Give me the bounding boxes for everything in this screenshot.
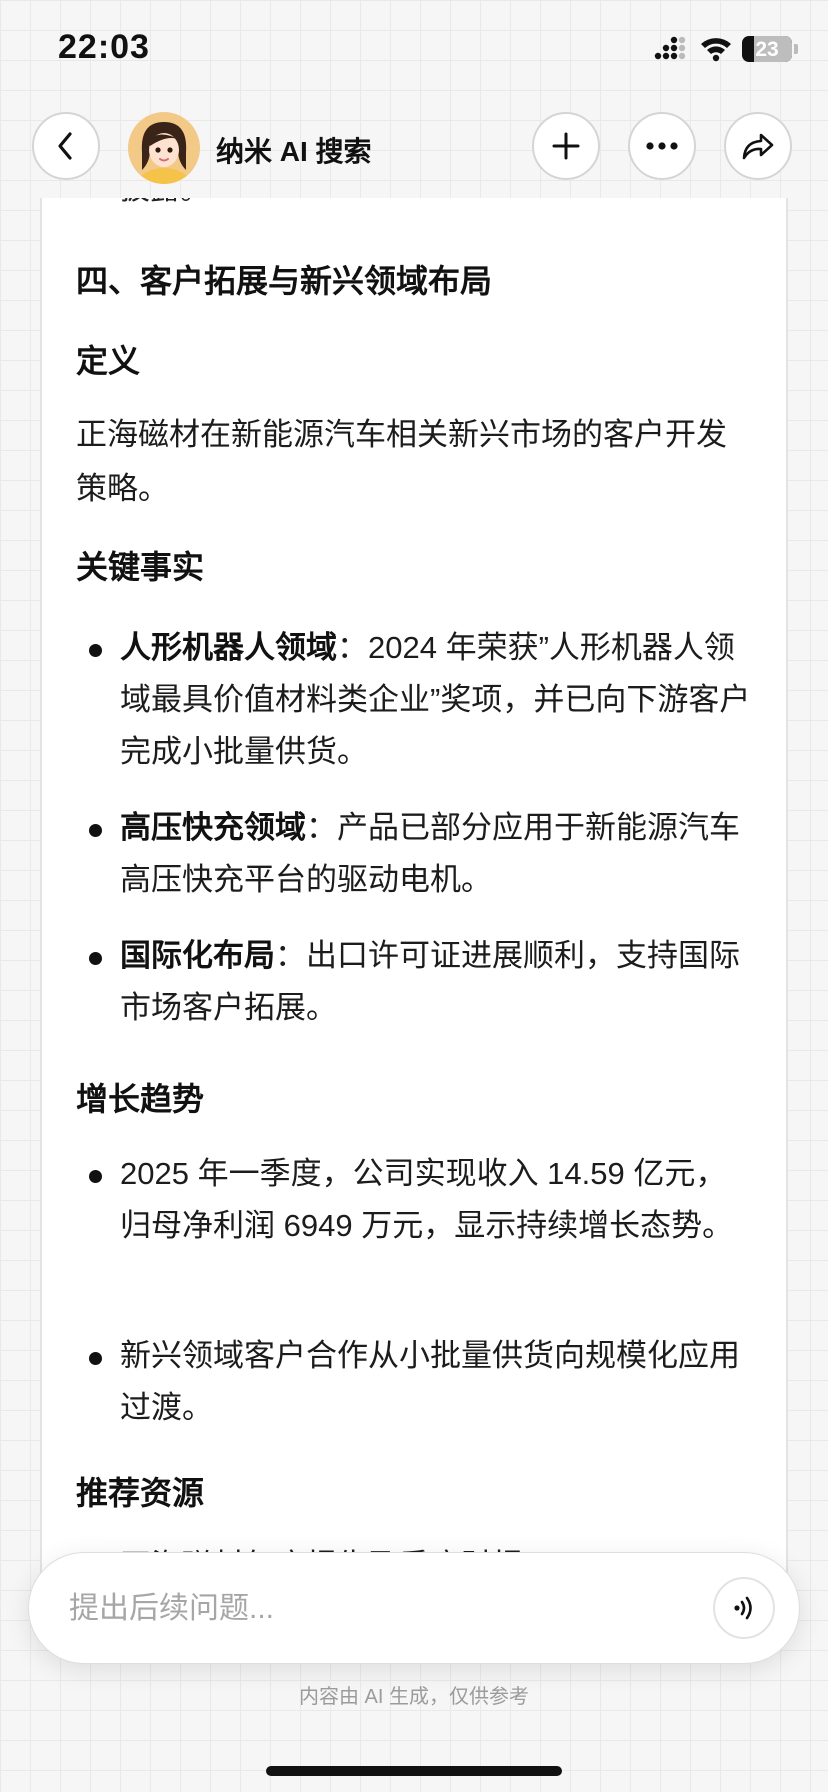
cellular-signal-icon bbox=[654, 36, 686, 60]
status-bar: 22:03 23 bbox=[0, 0, 828, 100]
bullet-dot bbox=[89, 1352, 102, 1365]
agent-name: 纳米 AI 搜索 bbox=[216, 136, 372, 167]
chevron-left-icon bbox=[58, 132, 72, 160]
agent-avatar[interactable] bbox=[128, 112, 200, 184]
list-item-text: 国际化布局：出口许可证进展顺利，支持国际市场客户拓展。 bbox=[120, 930, 756, 1034]
more-horizontal-icon bbox=[646, 142, 678, 150]
list-item-text: 新兴领域客户合作从小批量供货向规模化应用过渡。 bbox=[120, 1338, 740, 1425]
bullet-dot bbox=[89, 952, 102, 965]
section-title: 四、客户拓展与新兴领域布局 bbox=[76, 263, 493, 299]
battery-cap bbox=[794, 44, 798, 54]
new-chat-button[interactable] bbox=[532, 112, 600, 180]
battery-icon: 23 bbox=[742, 36, 792, 62]
fact-label: 高压快充领域 bbox=[120, 810, 306, 845]
home-indicator[interactable] bbox=[266, 1766, 562, 1776]
list-item-text: 2025 年一季度，公司实现收入 14.59 亿元，归母净利润 6949 万元，… bbox=[120, 1156, 734, 1243]
resources-heading: 推荐资源 bbox=[76, 1475, 205, 1511]
follow-up-input[interactable] bbox=[67, 1583, 631, 1635]
plus-icon bbox=[552, 132, 580, 160]
more-button[interactable] bbox=[628, 112, 696, 180]
growth-heading: 增长趋势 bbox=[76, 1081, 205, 1117]
status-time: 22:03 bbox=[58, 28, 150, 66]
bullet-dot bbox=[89, 644, 102, 657]
facts-heading: 关键事实 bbox=[76, 549, 205, 585]
wifi-icon bbox=[701, 38, 731, 62]
definition-text: 正海磁材在新能源汽车相关新兴市场的客户开发策略。 bbox=[76, 417, 727, 506]
follow-up-input-bar bbox=[28, 1552, 800, 1664]
bullet-dot bbox=[89, 1170, 102, 1183]
answer-card: 披露。 四、客户拓展与新兴领域布局 定义 正海磁材在新能源汽车相关新兴市场的客户… bbox=[40, 198, 788, 1598]
voice-button[interactable] bbox=[713, 1577, 775, 1639]
list-item-text: 高压快充领域：产品已部分应用于新能源汽车高压快充平台的驱动电机。 bbox=[120, 802, 756, 906]
fact-label: 国际化布局 bbox=[120, 938, 275, 973]
definition-heading: 定义 bbox=[76, 343, 141, 379]
avatar-image bbox=[128, 112, 200, 184]
ai-disclaimer: 内容由 AI 生成，仅供参考 bbox=[298, 1686, 529, 1708]
cut-off-text: 披露。 bbox=[120, 198, 210, 212]
list-item-text: 人形机器人领域：2024 年荣获”人形机器人领域最具价值材料类企业”奖项，并已向… bbox=[120, 622, 756, 778]
back-button[interactable] bbox=[32, 112, 100, 180]
share-button[interactable] bbox=[724, 112, 792, 180]
share-icon bbox=[742, 133, 774, 160]
voice-icon bbox=[734, 1596, 752, 1620]
battery-percentage: 23 bbox=[755, 38, 779, 61]
bullet-dot bbox=[89, 824, 102, 837]
fact-label: 人形机器人领域 bbox=[120, 630, 337, 665]
chat-header: 纳米 AI 搜索 bbox=[0, 100, 828, 200]
